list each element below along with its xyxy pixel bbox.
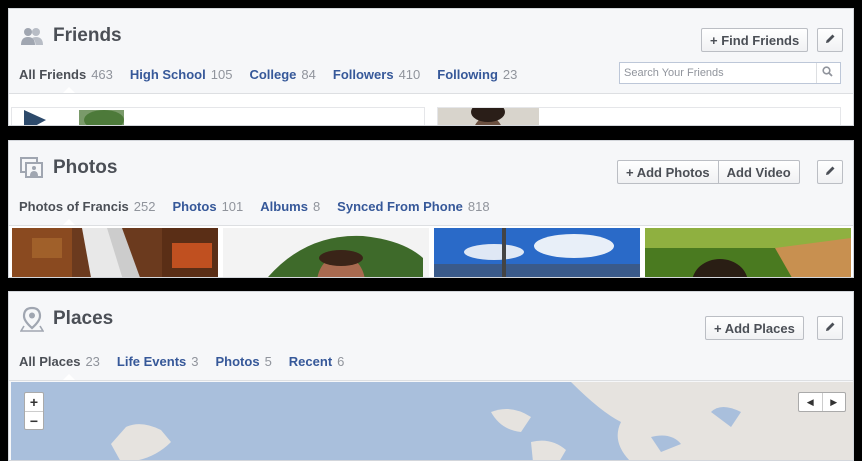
places-header: Places [19,306,113,332]
places-title[interactable]: Places [53,308,113,330]
map-next-button[interactable]: ▶ [821,393,846,411]
tab-photos-of-francis[interactable]: Photos of Francis 252 [19,199,156,225]
tab-recent[interactable]: Recent 6 [289,354,345,369]
photo-thumbnail[interactable] [12,228,218,277]
tab-followers[interactable]: Followers 410 [333,67,420,82]
tab-label: High School [129,67,206,82]
photos-section: Photos + Add Photos Add Video Photos of … [8,140,854,278]
tab-label: All Places [19,354,81,369]
places-section: Places + Add Places All Places 23 Life Ev… [8,291,854,461]
search-button[interactable] [816,63,838,83]
friends-header: Friends [19,23,122,49]
zoom-out-button[interactable]: − [25,411,43,429]
add-photos-button[interactable]: + Add Photos [618,161,718,183]
tab-count: 3 [191,354,199,369]
tab-label: Photos [215,354,260,369]
tab-label: Albums [260,199,308,214]
tab-count: 6 [337,354,345,369]
photos-action-group: + Add Photos Add Video [617,160,800,184]
tab-label: Recent [288,354,333,369]
map-prev-button[interactable]: ◀ [799,393,822,411]
friend-photo [24,110,124,125]
places-map[interactable]: + − ◀ ▶ [11,382,853,460]
map-land [111,382,853,460]
search-icon [822,64,833,82]
tab-synced-from-phone[interactable]: Synced From Phone 818 [337,199,489,214]
photo-thumbnail[interactable] [434,228,640,277]
places-edit-button[interactable] [817,316,843,340]
divider [9,380,853,381]
tab-all-friends[interactable]: All Friends 463 [19,67,113,93]
friends-tabs: All Friends 463 High School 105 College 84 … [19,67,534,93]
pencil-icon [825,31,836,49]
tab-label: Life Events [116,354,187,369]
photos-header: Photos [19,155,117,181]
friends-title[interactable]: Friends [53,25,122,47]
tab-label: Photos [172,199,217,214]
friends-edit-button[interactable] [817,28,843,52]
tab-albums[interactable]: Albums 8 [260,199,320,214]
search-friends-input[interactable] [620,64,816,82]
tab-count: 410 [398,67,421,82]
friend-photo [438,108,539,125]
photo-thumbnail[interactable] [645,228,851,277]
tab-life-events[interactable]: Life Events 3 [117,354,199,369]
map-nav-control: ◀ ▶ [798,392,846,412]
friends-search [619,62,841,84]
tab-count: 23 [85,354,100,369]
tab-count: 101 [221,199,244,214]
tab-count: 8 [312,199,321,214]
tab-count: 818 [467,199,490,214]
add-video-button[interactable]: Add Video [717,161,799,183]
tab-count: 5 [264,354,272,369]
photo-thumbnail[interactable] [223,228,429,277]
tab-label: College [249,67,297,82]
places-icon [19,306,45,332]
tab-label: All Friends [19,67,87,82]
tab-photos[interactable]: Photos 101 [173,199,244,214]
tab-count: 252 [133,199,156,214]
add-places-button[interactable]: + Add Places [705,316,804,340]
tab-count: 23 [502,67,518,82]
tab-college[interactable]: College 84 [249,67,315,82]
tab-count: 105 [210,67,233,82]
photos-title[interactable]: Photos [53,157,117,179]
tab-high-school[interactable]: High School 105 [130,67,233,82]
tab-label: Following [437,67,498,82]
friend-card[interactable] [437,107,841,125]
friends-icon [19,23,45,49]
friends-section: Friends + Find Friends All Friends 463 Hi… [8,8,854,126]
tab-following[interactable]: Following 23 [437,67,517,82]
zoom-in-button[interactable]: + [25,393,43,411]
find-friends-button[interactable]: + Find Friends [701,28,809,52]
pencil-icon [825,319,836,337]
tab-count: 84 [301,67,316,82]
photos-edit-button[interactable] [817,160,843,184]
tab-all-places[interactable]: All Places 23 [19,354,100,380]
tab-label: Followers [332,67,394,82]
tab-label: Photos of Francis [19,199,129,214]
photos-icon [19,155,45,181]
tab-label: Synced From Phone [337,199,463,214]
photos-tabs: Photos of Francis 252 Photos 101 Albums 8 S… [19,199,507,225]
friend-card[interactable] [11,107,425,125]
tab-places-photos[interactable]: Photos 5 [216,354,272,369]
pencil-icon [825,163,836,181]
tab-count: 463 [91,67,113,82]
places-tabs: All Places 23 Life Events 3 Photos 5 Recent… [19,354,361,380]
map-zoom-control: + − [24,392,44,430]
